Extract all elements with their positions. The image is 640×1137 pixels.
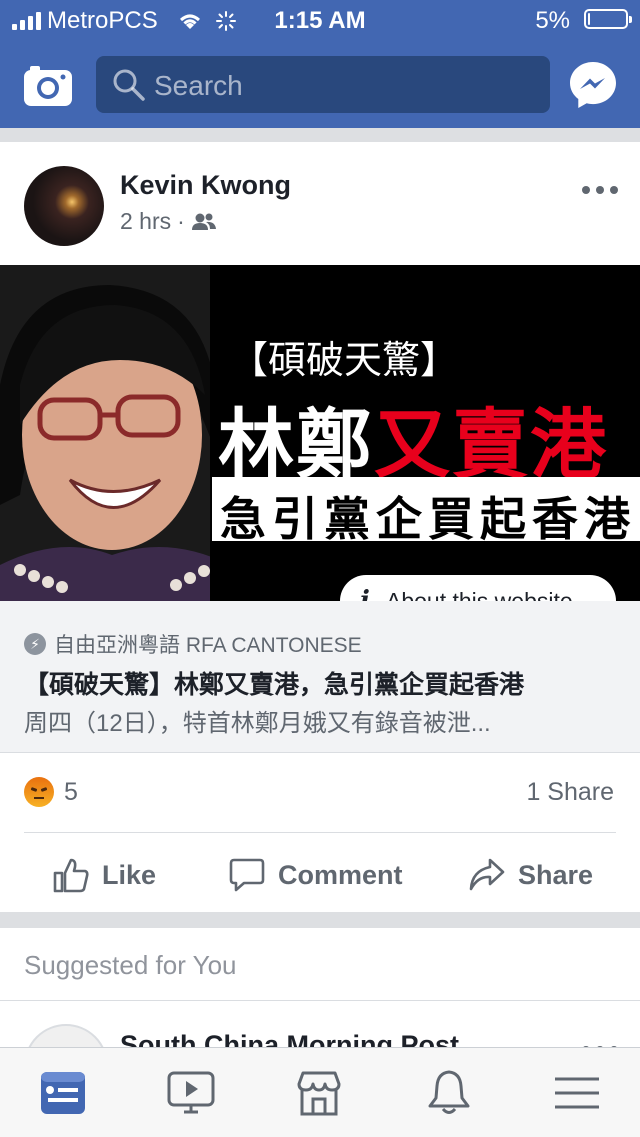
image-title-red: 又賣港	[374, 403, 608, 488]
search-input[interactable]: Search	[96, 56, 550, 113]
reaction-summary[interactable]: 5	[24, 777, 78, 807]
search-placeholder: Search	[154, 70, 243, 101]
more-icon[interactable]	[580, 182, 620, 198]
camera-icon[interactable]	[24, 64, 72, 106]
link-preview-image[interactable]: 【碩破天驚】 林鄭又賣港 急引黨企買起香港	[0, 265, 640, 601]
search-icon	[113, 69, 145, 101]
share-button[interactable]: Share	[468, 856, 593, 894]
divider	[0, 1000, 640, 1001]
comment-label: Comment	[278, 859, 403, 890]
comment-button[interactable]: Comment	[228, 856, 403, 894]
link-title: 【碩破天驚】林鄭又賣港，急引黨企買起香港	[24, 671, 525, 699]
image-title-white: 林鄭	[218, 403, 374, 488]
share-icon	[469, 858, 505, 891]
image-subtitle: 急引黨企買起香港	[220, 493, 636, 545]
link-description: 周四（12日），特首林鄭月娥又有錄音被泄...	[24, 710, 491, 737]
comment-icon	[229, 858, 265, 892]
feed-post: Kevin Kwong 2 hrs · 【碩破天驚】 林鄭又賣港 急引黨企買起香…	[0, 142, 640, 912]
news-feed-icon[interactable]	[38, 1068, 88, 1118]
meta-separator: ·	[177, 208, 185, 234]
link-preview[interactable]: ⚡ 自由亞洲粵語 RFA CANTONESE 【碩破天驚】林鄭又賣港，急引黨企買…	[0, 601, 640, 753]
like-button[interactable]: Like	[52, 856, 156, 894]
friends-icon	[191, 213, 216, 230]
status-bar: MetroPCS 1:15 AM 5%	[0, 0, 640, 40]
bottom-tab-bar	[0, 1047, 640, 1137]
top-navbar: Search	[0, 40, 640, 128]
image-headline: 【碩破天驚】	[230, 338, 459, 382]
reaction-count: 5	[64, 777, 78, 806]
link-source-label: 自由亞洲粵語 RFA CANTONESE	[54, 634, 362, 657]
like-icon	[53, 858, 89, 893]
link-source: ⚡ 自由亞洲粵語 RFA CANTONESE	[24, 629, 362, 659]
battery-icon	[584, 9, 632, 29]
messenger-icon[interactable]	[568, 60, 618, 110]
marketplace-icon[interactable]	[294, 1068, 344, 1118]
post-time[interactable]: 2 hrs	[120, 208, 171, 235]
bolt-icon: ⚡	[24, 633, 46, 655]
suggested-heading: Suggested for You	[24, 950, 237, 980]
battery-percent: 5%	[535, 7, 570, 34]
battery-level	[588, 13, 590, 25]
author-name[interactable]: Kevin Kwong	[120, 170, 291, 201]
post-meta: 2 hrs ·	[120, 208, 217, 235]
angry-reaction-icon	[24, 777, 54, 807]
post-actions: Like Comment Share	[0, 832, 640, 912]
notifications-icon[interactable]	[424, 1068, 474, 1118]
watch-icon[interactable]	[166, 1068, 216, 1118]
author-avatar[interactable]	[24, 166, 104, 246]
share-count[interactable]: 1 Share	[526, 778, 614, 807]
like-label: Like	[102, 859, 157, 890]
share-label: Share	[518, 859, 594, 890]
menu-icon[interactable]	[552, 1068, 602, 1118]
